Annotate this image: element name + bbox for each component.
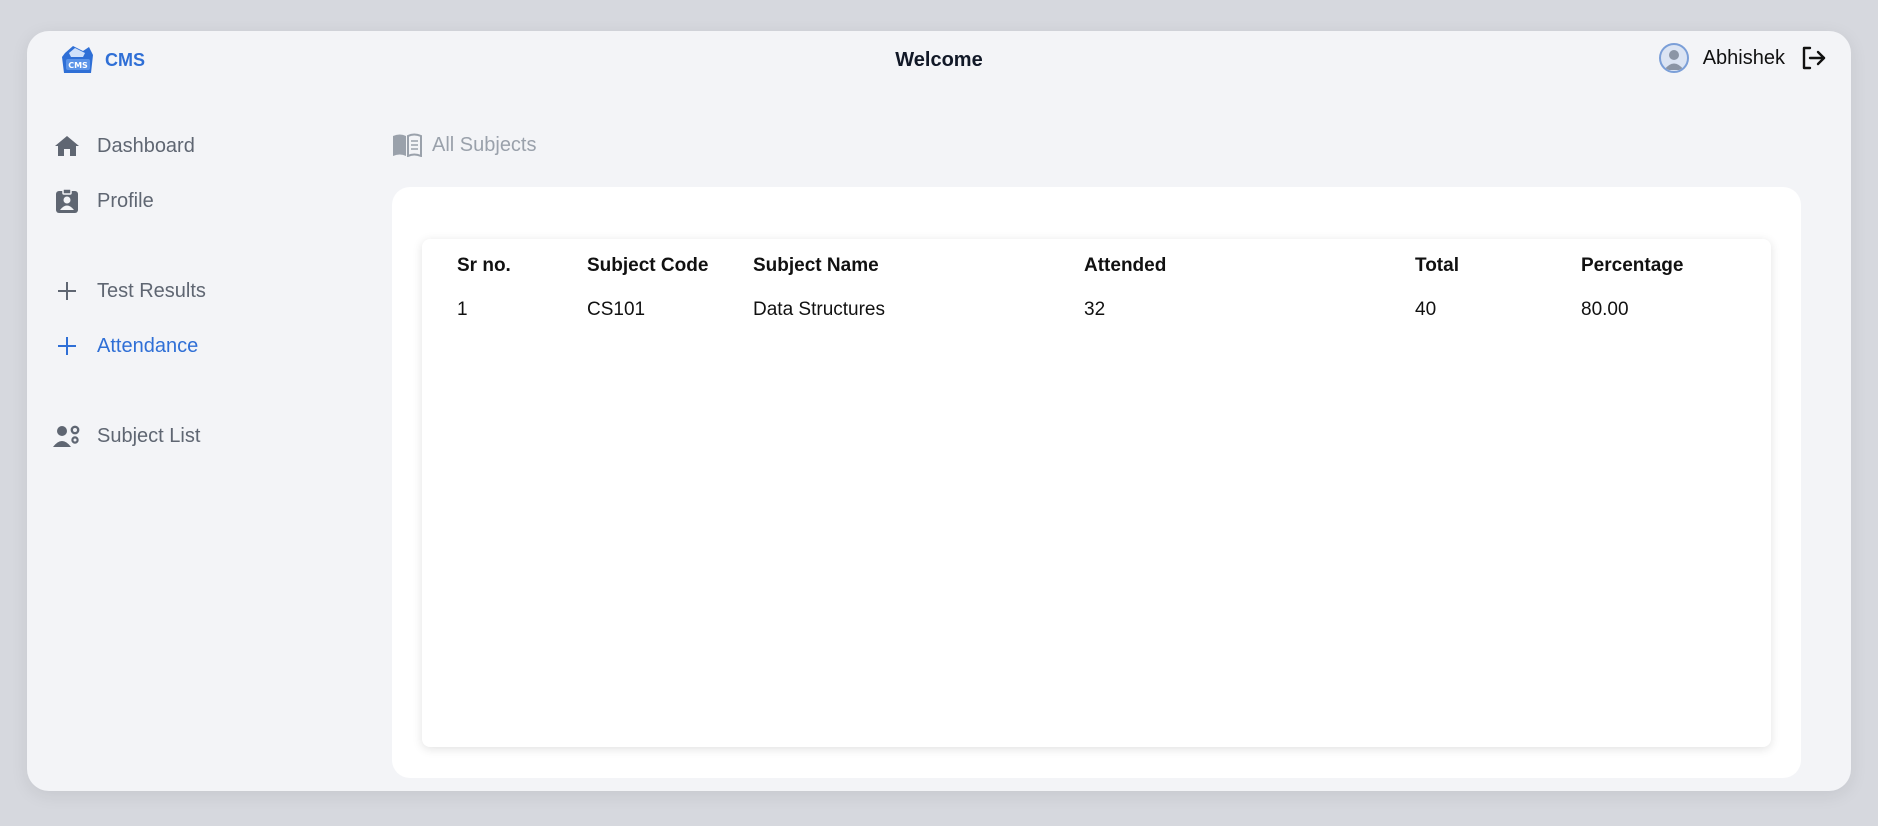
sidebar-item-label: Attendance bbox=[97, 334, 199, 357]
app-window: CMS CMS Welcome Abhishek Dashboard Profi… bbox=[27, 31, 1851, 791]
sidebar-item-subject-list[interactable]: Subject List bbox=[53, 422, 200, 450]
column-header-attended: Attended bbox=[1084, 255, 1167, 276]
avatar[interactable] bbox=[1658, 43, 1689, 73]
breadcrumb: All Subjects bbox=[392, 133, 537, 157]
sidebar-item-attendance[interactable]: Attendance bbox=[53, 332, 198, 360]
id-badge-icon bbox=[53, 187, 81, 215]
sidebar-item-profile[interactable]: Profile bbox=[53, 187, 154, 215]
breadcrumb-label: All Subjects bbox=[432, 133, 537, 156]
cell-attended: 32 bbox=[1084, 299, 1106, 320]
sidebar-item-test-results[interactable]: Test Results bbox=[53, 277, 206, 305]
column-header-subject-name: Subject Name bbox=[753, 255, 879, 276]
sidebar-item-label: Subject List bbox=[97, 424, 201, 447]
sidebar-item-label: Test Results bbox=[97, 279, 206, 302]
cell-percentage: 80.00 bbox=[1581, 299, 1629, 320]
table-row: 1 CS101 Data Structures 32 40 80.00 bbox=[422, 285, 1771, 335]
logout-icon[interactable] bbox=[1799, 44, 1827, 72]
user-name: Abhishek bbox=[1702, 46, 1785, 69]
content-panel: Sr no. Subject Code Subject Name Attende… bbox=[392, 187, 1801, 778]
home-icon bbox=[53, 132, 81, 160]
column-header-total: Total bbox=[1415, 255, 1459, 276]
user-avatar-icon bbox=[1663, 50, 1684, 70]
cell-sr-no: 1 bbox=[457, 299, 468, 320]
column-header-subject-code: Subject Code bbox=[587, 255, 709, 276]
user-gear-icon bbox=[53, 422, 81, 450]
column-header-sr-no: Sr no. bbox=[457, 255, 511, 276]
page-title: Welcome bbox=[895, 49, 983, 71]
subjects-card: Sr no. Subject Code Subject Name Attende… bbox=[422, 239, 1771, 747]
sidebar-item-dashboard[interactable]: Dashboard bbox=[53, 132, 195, 160]
book-open-icon bbox=[393, 133, 422, 157]
cell-subject-name: Data Structures bbox=[753, 299, 885, 320]
cell-total: 40 bbox=[1415, 299, 1437, 320]
table-header-row: Sr no. Subject Code Subject Name Attende… bbox=[422, 247, 1771, 285]
sidebar-item-label: Profile bbox=[97, 189, 154, 212]
column-header-percentage: Percentage bbox=[1581, 255, 1684, 276]
attendance-table: Sr no. Subject Code Subject Name Attende… bbox=[422, 247, 1771, 335]
user-menu: Abhishek bbox=[1658, 43, 1827, 73]
cell-subject-code: CS101 bbox=[587, 299, 646, 320]
plus-icon bbox=[53, 277, 81, 305]
plus-icon bbox=[53, 332, 81, 360]
sidebar-item-label: Dashboard bbox=[97, 134, 195, 157]
